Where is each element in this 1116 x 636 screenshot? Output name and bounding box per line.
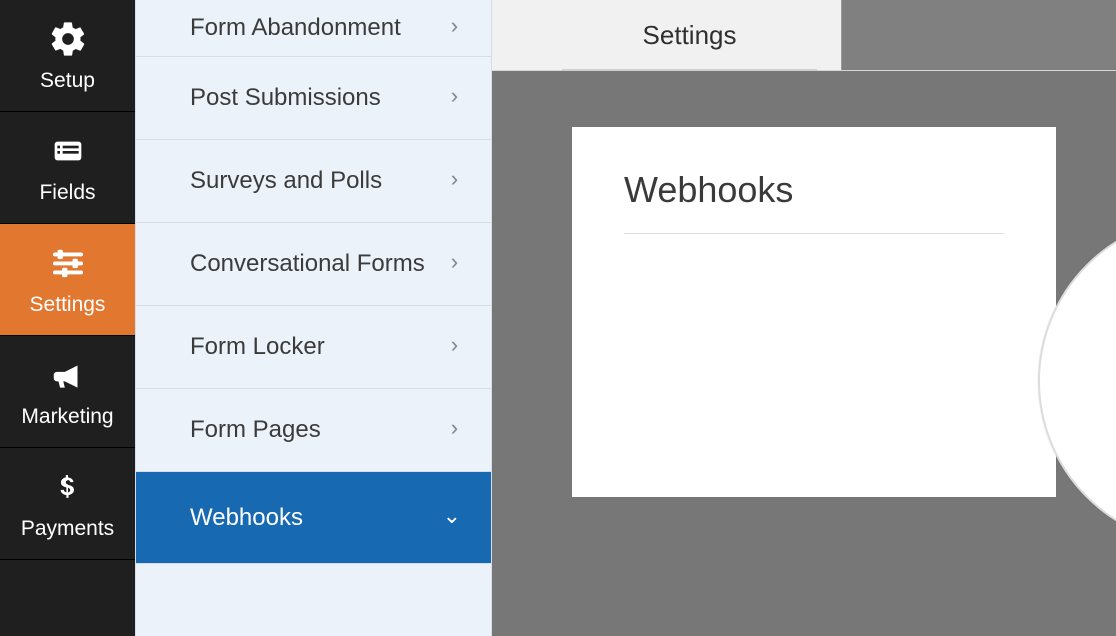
nav-item-setup[interactable]: Setup [0,0,135,112]
nav-label: Settings [30,293,106,317]
tab-label: Settings [643,20,737,51]
chevron-right-icon: › [448,336,461,358]
chevron-right-icon: › [448,170,461,192]
panel-title: Webhooks [624,169,1004,234]
submenu-label: Conversational Forms [190,250,425,278]
fields-icon [48,131,88,171]
submenu-label: Surveys and Polls [190,167,382,195]
nav-item-marketing[interactable]: Marketing [0,336,135,448]
nav-label: Setup [40,69,95,93]
megaphone-icon [48,355,88,395]
submenu-item-conversational-forms[interactable]: Conversational Forms › [136,223,491,306]
submenu-item-form-pages[interactable]: Form Pages › [136,389,491,472]
nav-item-payments[interactable]: Payments [0,448,135,560]
chevron-right-icon: › [448,419,461,441]
submenu-item-form-abandonment[interactable]: Form Abandonment › [136,0,491,57]
settings-submenu: Form Abandonment › Post Submissions › Su… [135,0,492,636]
chevron-right-icon: › [448,17,461,39]
chevron-down-icon: ⌄ [443,507,461,529]
gear-icon [48,19,88,59]
nav-label: Payments [21,517,114,541]
nav-item-fields[interactable]: Fields [0,112,135,224]
nav-label: Marketing [21,405,113,429]
nav-item-settings[interactable]: Settings [0,224,135,336]
submenu-label: Webhooks [190,504,303,532]
chevron-right-icon: › [448,87,461,109]
tab-bar: Settings [492,0,1116,71]
tab-settings[interactable]: Settings [538,0,842,70]
sliders-icon [48,243,88,283]
submenu-item-form-locker[interactable]: Form Locker › [136,306,491,389]
main-area: Settings Webhooks Webhooks Off [492,0,1116,636]
dollar-icon [48,467,88,507]
submenu-item-webhooks[interactable]: Webhooks ⌄ [136,472,491,564]
nav-label: Fields [39,181,95,205]
submenu-label: Form Locker [190,333,325,361]
submenu-label: Form Abandonment [190,14,401,42]
primary-nav: Setup Fields Settings Marketing Payments [0,0,135,636]
settings-panel: Webhooks [572,127,1056,497]
submenu-item-post-submissions[interactable]: Post Submissions › [136,57,491,140]
chevron-right-icon: › [448,253,461,275]
submenu-label: Form Pages [190,416,321,444]
submenu-label: Post Submissions [190,84,381,112]
submenu-item-surveys-and-polls[interactable]: Surveys and Polls › [136,140,491,223]
